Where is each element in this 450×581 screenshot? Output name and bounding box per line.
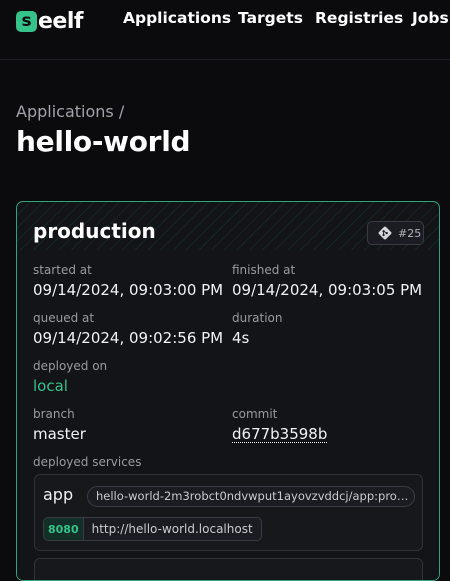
environment-title: production bbox=[33, 219, 156, 243]
git-icon bbox=[378, 226, 392, 240]
service-item-next bbox=[34, 558, 423, 580]
finished-at-label: finished at bbox=[232, 263, 296, 277]
queued-at-label: queued at bbox=[33, 311, 95, 325]
deployment-number: #25 bbox=[398, 226, 422, 240]
duration-value: 4s bbox=[232, 329, 250, 347]
finished-at-value: 09/14/2024, 09:03:05 PM bbox=[232, 281, 423, 299]
started-at-value: 09/14/2024, 09:03:00 PM bbox=[33, 281, 224, 299]
commit-label: commit bbox=[232, 407, 278, 421]
nav-targets[interactable]: Targets bbox=[238, 9, 303, 27]
deployed-on-link[interactable]: local bbox=[33, 377, 68, 395]
service-image[interactable]: hello-world-2m3robct0ndvwput1ayovzvddcj/… bbox=[87, 486, 415, 507]
nav-applications[interactable]: Applications bbox=[123, 9, 231, 27]
deployment-number-badge[interactable]: #25 bbox=[367, 221, 424, 245]
service-item: app hello-world-2m3robct0ndvwput1ayovzvd… bbox=[34, 474, 423, 551]
deployed-on-label: deployed on bbox=[33, 359, 108, 373]
logo-text: eelf bbox=[38, 8, 83, 34]
deployment-card[interactable]: production #25 started at 09/14/2024, 09… bbox=[16, 201, 440, 581]
nav-registries[interactable]: Registries bbox=[315, 9, 403, 27]
queued-at-value: 09/14/2024, 09:02:56 PM bbox=[33, 329, 224, 347]
breadcrumb[interactable]: Applications / bbox=[16, 102, 124, 121]
started-at-label: started at bbox=[33, 263, 92, 277]
app-logo[interactable]: s eelf bbox=[16, 8, 83, 34]
service-name: app bbox=[43, 485, 74, 504]
top-navbar: s eelf Applications Targets Registries J… bbox=[0, 0, 450, 60]
service-url-link[interactable]: 8080 http://hello-world.localhost bbox=[43, 517, 262, 541]
nav-jobs[interactable]: Jobs bbox=[412, 9, 449, 27]
service-port: 8080 bbox=[44, 518, 84, 540]
commit-link[interactable]: d677b3598b bbox=[232, 425, 327, 443]
deployed-services-label: deployed services bbox=[33, 455, 142, 469]
duration-label: duration bbox=[232, 311, 283, 325]
branch-value: master bbox=[33, 425, 86, 443]
page-title: hello-world bbox=[16, 125, 191, 158]
service-url: http://hello-world.localhost bbox=[91, 522, 253, 536]
branch-label: branch bbox=[33, 407, 75, 421]
logo-badge: s bbox=[16, 10, 37, 32]
